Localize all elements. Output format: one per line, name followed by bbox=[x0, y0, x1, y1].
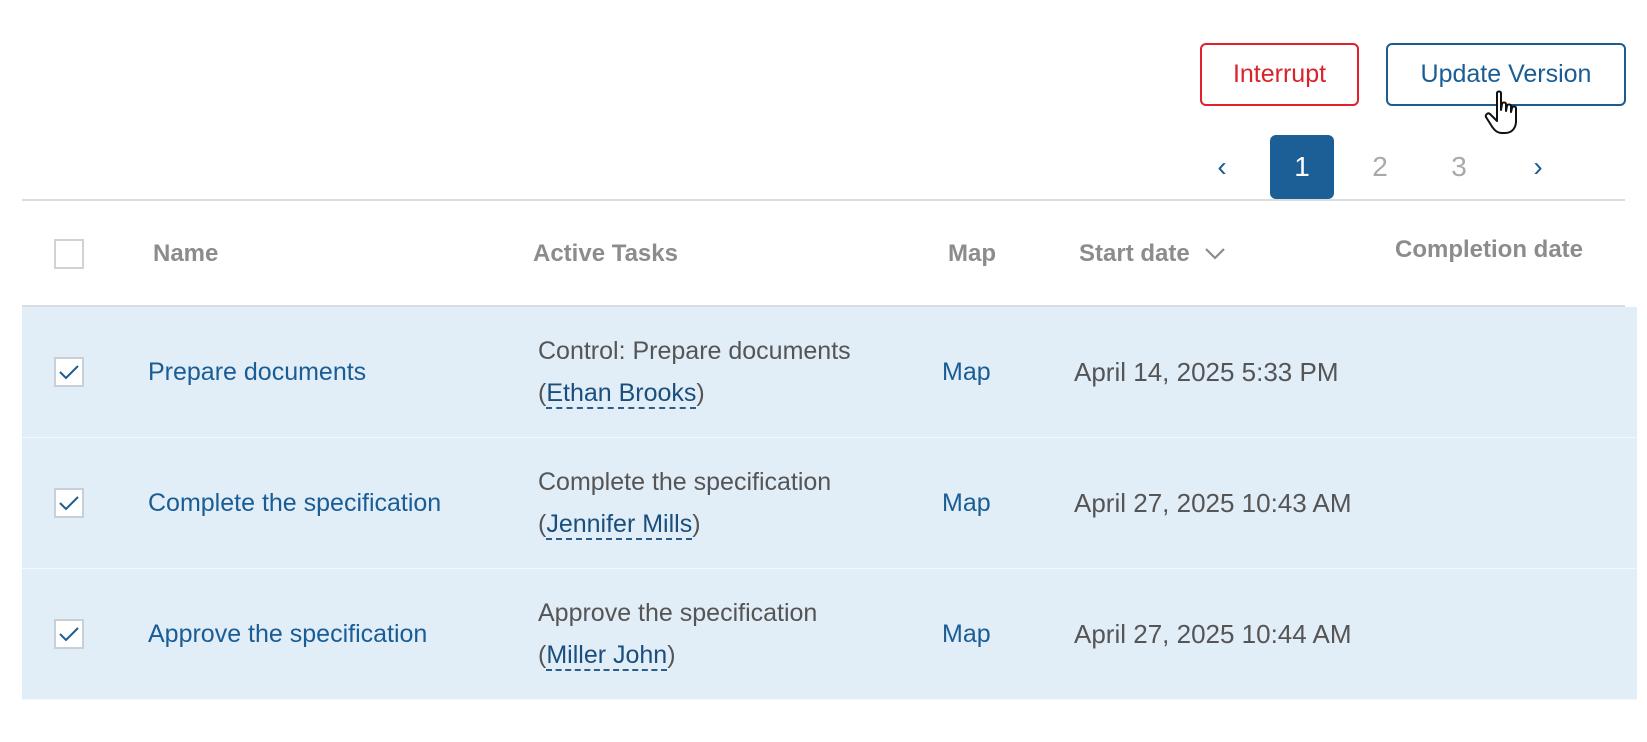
start-date: April 27, 2025 10:43 AM bbox=[1074, 487, 1352, 518]
checkmark-icon bbox=[59, 627, 79, 642]
table-row[interactable]: Prepare documents Control: Prepare docum… bbox=[22, 307, 1637, 438]
column-header-map[interactable]: Map bbox=[948, 201, 996, 306]
process-name-link[interactable]: Approve the specification bbox=[148, 569, 427, 699]
column-header-active-tasks[interactable]: Active Tasks bbox=[533, 201, 678, 306]
start-date: April 27, 2025 10:44 AM bbox=[1074, 618, 1352, 649]
active-task-assignee-wrap: (Miller John) bbox=[538, 641, 676, 671]
active-task: Approve the specification (Miller John) bbox=[538, 569, 817, 699]
assignee-link[interactable]: Ethan Brooks bbox=[546, 379, 697, 409]
start-date: April 14, 2025 5:33 PM bbox=[1074, 356, 1339, 387]
process-name-link[interactable]: Prepare documents bbox=[148, 307, 366, 437]
next-page-button[interactable]: › bbox=[1506, 135, 1570, 199]
column-header-completion-date[interactable]: Completion date bbox=[1395, 201, 1583, 306]
checkmark-icon bbox=[59, 496, 79, 511]
select-all-checkbox[interactable] bbox=[54, 239, 84, 269]
page-3-button[interactable]: 3 bbox=[1427, 135, 1491, 199]
column-header-start-date[interactable]: Start date bbox=[1079, 201, 1226, 306]
map-link[interactable]: Map bbox=[942, 438, 991, 568]
assignee-link[interactable]: Jennifer Mills bbox=[546, 510, 693, 540]
map-link[interactable]: Map bbox=[942, 307, 991, 437]
map-link[interactable]: Map bbox=[942, 569, 991, 699]
page-1-button[interactable]: 1 bbox=[1270, 135, 1334, 199]
assignee-link[interactable]: Miller John bbox=[546, 641, 668, 671]
table-header: Name Active Tasks Map Start date Complet… bbox=[22, 201, 1625, 306]
hand-cursor-icon bbox=[1484, 90, 1517, 134]
interrupt-button[interactable]: Interrupt bbox=[1200, 43, 1359, 106]
checkmark-icon bbox=[59, 365, 79, 380]
active-task-assignee-wrap: (Ethan Brooks) bbox=[538, 379, 705, 409]
table-row[interactable]: Complete the specification Complete the … bbox=[22, 438, 1637, 569]
row-checkbox[interactable] bbox=[54, 357, 84, 387]
active-task-assignee-wrap: (Jennifer Mills) bbox=[538, 510, 701, 540]
active-task: Complete the specification (Jennifer Mil… bbox=[538, 438, 831, 568]
active-task: Control: Prepare documents (Ethan Brooks… bbox=[538, 307, 851, 437]
start-date-header-label: Start date bbox=[1079, 239, 1190, 267]
table-body: Prepare documents Control: Prepare docum… bbox=[22, 307, 1637, 700]
column-header-name[interactable]: Name bbox=[153, 201, 218, 306]
active-task-title: Control: Prepare documents bbox=[538, 337, 851, 365]
active-task-title: Approve the specification bbox=[538, 599, 818, 627]
prev-page-button[interactable]: ‹ bbox=[1190, 135, 1254, 199]
page-2-button[interactable]: 2 bbox=[1348, 135, 1412, 199]
row-checkbox[interactable] bbox=[54, 619, 84, 649]
table-row[interactable]: Approve the specification Approve the sp… bbox=[22, 569, 1637, 700]
chevron-down-icon bbox=[1204, 247, 1225, 260]
active-task-title: Complete the specification bbox=[538, 468, 832, 496]
row-checkbox[interactable] bbox=[54, 488, 84, 518]
process-name-link[interactable]: Complete the specification bbox=[148, 438, 441, 568]
